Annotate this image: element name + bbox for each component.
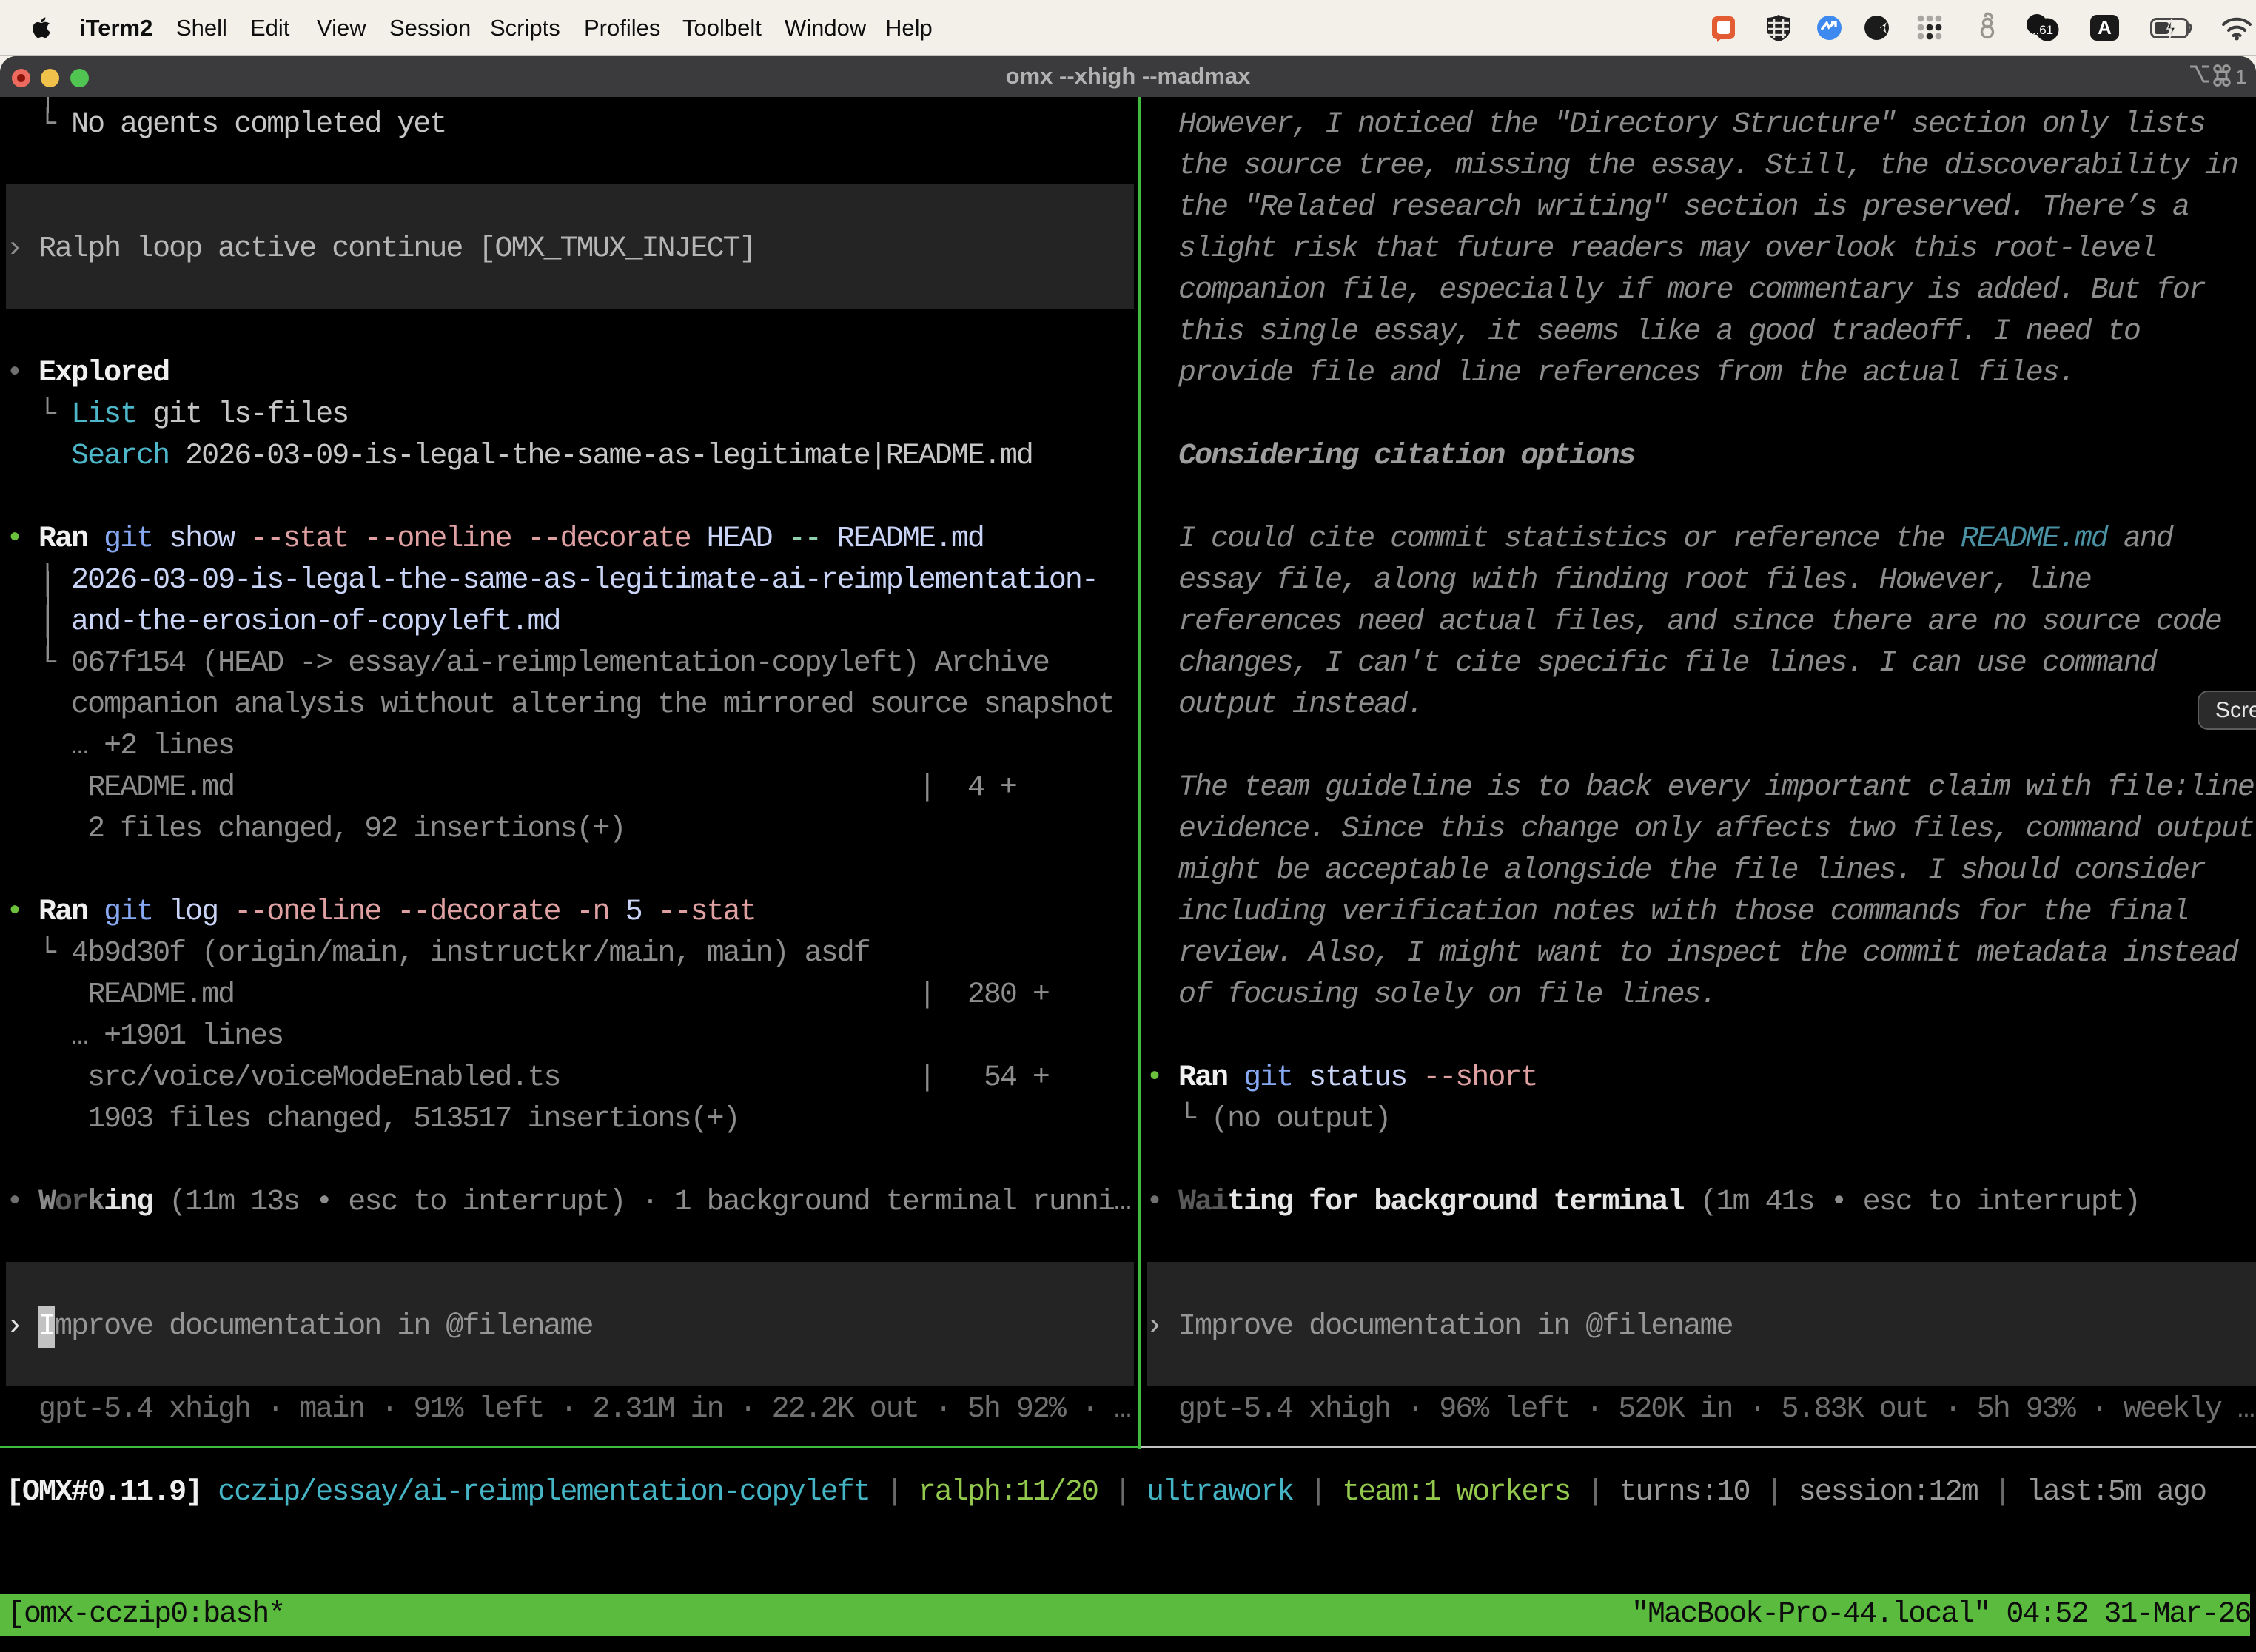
svg-text:1: 1	[2235, 65, 2247, 88]
svg-text:..61: ..61	[2032, 23, 2053, 37]
